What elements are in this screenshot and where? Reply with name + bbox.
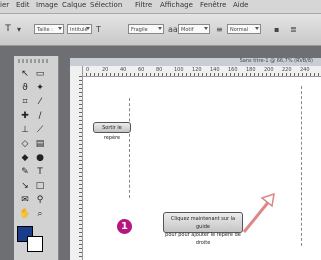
font-style-value: Intitulé xyxy=(70,27,88,33)
ruler-tick-label: 220 xyxy=(282,67,292,73)
horizontal-ruler[interactable]: 0 20 40 60 80 100 120 140 160 180 200 22… xyxy=(82,66,321,77)
slice-tool-icon[interactable]: ⁄ xyxy=(34,96,46,108)
ruler-tick-label: 140 xyxy=(210,67,220,73)
step-number-badge: 1 xyxy=(117,219,132,234)
chevron-down-icon xyxy=(158,27,162,30)
blur-tool-icon[interactable]: ◆ xyxy=(19,152,31,164)
lasso-tool-icon[interactable]: ϑ xyxy=(19,82,31,94)
document-title-bar[interactable]: Sans titre-1 @ 66,7% (RVB/8) xyxy=(70,58,321,66)
font-size-field[interactable]: Fragile xyxy=(128,24,164,34)
ruler-tick-label: 60 xyxy=(138,67,145,73)
font-size-icon: T xyxy=(96,25,101,34)
ruler-tick-label: 120 xyxy=(192,67,202,73)
vertical-ruler[interactable] xyxy=(70,66,83,260)
dodge-tool-icon[interactable]: ● xyxy=(34,152,46,164)
callout-text-line2: pour pour ajouter le repère de droite xyxy=(165,232,241,246)
callout-drag-guide: Sortir le repère xyxy=(93,122,131,141)
arrow-icon xyxy=(242,192,275,233)
menu-image[interactable]: Image xyxy=(36,1,58,9)
stamp-tool-icon[interactable]: ⊥ xyxy=(19,124,31,136)
toolbox-grip[interactable] xyxy=(18,59,48,63)
ruler-tick-label: 40 xyxy=(120,67,127,73)
menu-help[interactable]: Aide xyxy=(233,1,248,9)
hand-tool-icon[interactable]: ✋ xyxy=(19,208,31,220)
menu-layer[interactable]: Calque xyxy=(62,1,86,9)
ruler-tick-label: 200 xyxy=(264,67,274,73)
crop-tool-icon[interactable]: ⌗ xyxy=(19,96,31,108)
path-select-tool-icon[interactable]: ↘ xyxy=(19,180,31,192)
guide-line-right[interactable] xyxy=(301,86,302,246)
notes-tool-icon[interactable]: ✉ xyxy=(19,194,31,206)
ruler-ticks xyxy=(79,76,82,260)
magic-wand-tool-icon[interactable]: ✦ xyxy=(34,82,46,94)
dropdown-arrow-icon[interactable]: ▾ xyxy=(17,25,21,34)
arrow-shaft xyxy=(242,199,272,233)
font-family-field[interactable]: Taille : xyxy=(34,24,64,34)
shape-tool-icon[interactable]: □ xyxy=(34,180,46,192)
ruler-tick-label: 100 xyxy=(174,67,184,73)
type-tool-icon[interactable]: T xyxy=(34,166,46,178)
ruler-tick-label: 80 xyxy=(156,67,163,73)
ruler-ticks xyxy=(82,73,321,76)
font-family-value: Taille : xyxy=(37,27,53,33)
menu-filter[interactable]: Filtre xyxy=(135,1,152,9)
chevron-down-icon xyxy=(58,27,62,30)
antialias-field[interactable]: Motif xyxy=(178,24,210,34)
guide-line-left[interactable] xyxy=(129,98,130,198)
menu-window[interactable]: Fenêtre xyxy=(200,1,226,9)
menu-edit[interactable]: Edit xyxy=(16,1,30,9)
font-size-value: Fragile xyxy=(131,27,148,33)
menu-select[interactable]: Sélection xyxy=(90,1,122,9)
ruler-tick-label: 160 xyxy=(228,67,238,73)
pen-tool-icon[interactable]: ✎ xyxy=(19,166,31,178)
menu-view[interactable]: Affichage xyxy=(160,1,193,9)
antialias-value: Motif xyxy=(181,27,194,33)
options-bar: T ▾ Taille : Intitulé T Fragile aa Motif… xyxy=(0,14,321,46)
healing-tool-icon[interactable]: ✚ xyxy=(19,110,31,122)
ruler-tick-label: 0 xyxy=(86,67,90,73)
eyedropper-tool-icon[interactable]: ⚲ xyxy=(34,194,46,206)
callout-text: Sortir le repère xyxy=(102,125,122,141)
chevron-down-icon xyxy=(255,27,259,30)
callout-click-guide: Cliquez maintenant sur la guide pour pou… xyxy=(163,212,243,246)
history-brush-tool-icon[interactable]: ⟋ xyxy=(34,124,46,136)
document-title: Sans titre-1 @ 66,7% (RVB/8) xyxy=(239,58,313,64)
color-swatch-icon[interactable]: ▪ xyxy=(274,25,279,34)
ruler-tick-label: 20 xyxy=(102,67,109,73)
align-value: Normal xyxy=(230,27,249,33)
antialias-icon: aa xyxy=(168,25,178,34)
chevron-down-icon xyxy=(204,27,208,30)
align-icon[interactable]: ≡ xyxy=(216,25,223,34)
brush-tool-icon[interactable]: ∕ xyxy=(34,110,46,122)
chevron-down-icon xyxy=(86,27,90,30)
eraser-tool-icon[interactable]: ◇ xyxy=(19,138,31,150)
menu-file[interactable]: ier xyxy=(0,1,9,9)
align-field[interactable]: Normal xyxy=(227,24,261,34)
marquee-tool-icon[interactable]: ▭ xyxy=(34,68,46,80)
ruler-tick-label: 240 xyxy=(300,67,310,73)
move-tool-icon[interactable]: ↖ xyxy=(19,68,31,80)
warp-text-icon[interactable]: ≣ xyxy=(290,25,297,34)
ruler-tick-label: 180 xyxy=(246,67,256,73)
zoom-tool-icon[interactable]: ⌕ xyxy=(34,208,46,220)
font-style-field[interactable]: Intitulé xyxy=(67,24,92,34)
gradient-tool-icon[interactable]: ▤ xyxy=(34,138,46,150)
menu-bar: ier Edit Image Calque Sélection Filtre A… xyxy=(0,0,321,14)
tool-preset-icon[interactable]: T xyxy=(2,24,14,35)
background-color-swatch[interactable] xyxy=(27,236,43,252)
callout-text-line1: Cliquez maintenant sur la guide xyxy=(170,216,236,230)
